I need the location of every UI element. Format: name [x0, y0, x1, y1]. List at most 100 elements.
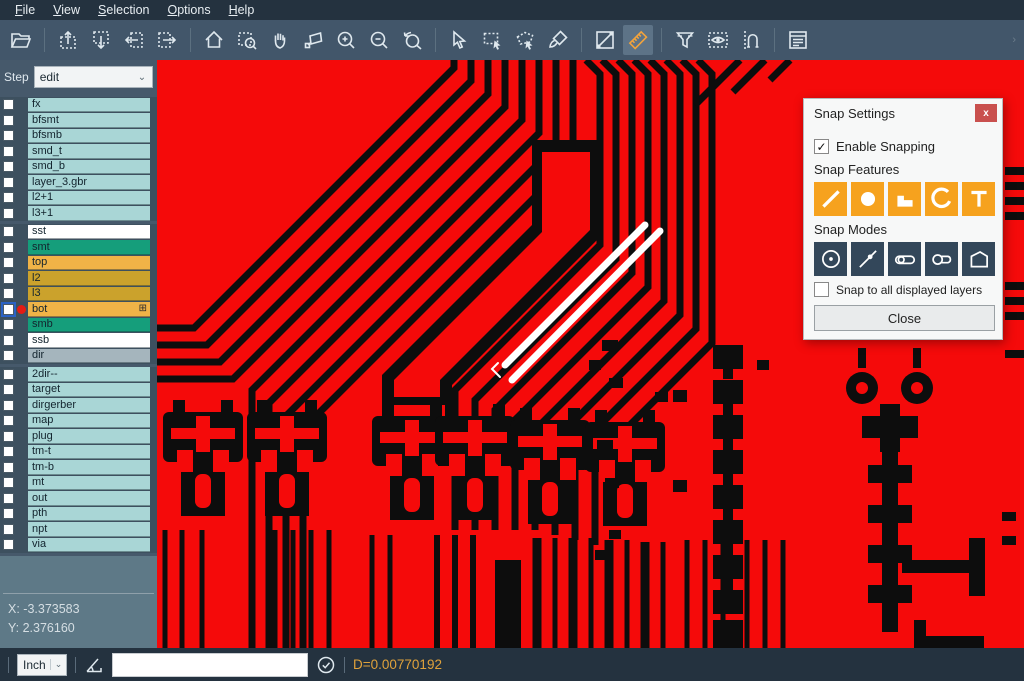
dialog-title-bar[interactable]: Snap Settings x	[804, 99, 1002, 127]
layer-visibility-checkbox[interactable]	[3, 115, 14, 126]
unit-select[interactable]: Inch ⌄	[17, 654, 67, 676]
layer-visibility-checkbox[interactable]	[3, 226, 14, 237]
snap-corner-button[interactable]	[888, 182, 921, 216]
zoom-object-button[interactable]	[298, 25, 328, 55]
layer-visibility-checkbox[interactable]	[3, 369, 14, 380]
layer-row-l3+1[interactable]: l3+1	[0, 206, 157, 222]
layer-visibility-checkbox[interactable]	[3, 539, 14, 550]
layer-row-l2+1[interactable]: l2+1	[0, 190, 157, 206]
layer-name[interactable]: l3	[28, 287, 150, 302]
zoom-previous-button[interactable]	[397, 25, 427, 55]
snap-slot-end-button[interactable]	[888, 242, 921, 276]
layer-row-tm-b[interactable]: tm-b	[0, 460, 157, 476]
layer-name[interactable]: bfsmb	[28, 129, 150, 144]
layer-name[interactable]: tm-t	[28, 445, 150, 460]
layer-row-via[interactable]: via	[0, 537, 157, 553]
paint-brush-button[interactable]	[543, 25, 573, 55]
layer-name[interactable]: layer_3.gbr	[28, 175, 150, 190]
zoom-area-button[interactable]	[232, 25, 262, 55]
select-polygon-button[interactable]	[510, 25, 540, 55]
zoom-in-button[interactable]	[331, 25, 361, 55]
report-button[interactable]	[783, 25, 813, 55]
layer-name[interactable]: top	[28, 256, 150, 271]
snap-line-button[interactable]	[814, 182, 847, 216]
layer-row-l2[interactable]: l2	[0, 271, 157, 287]
layer-visibility-checkbox[interactable]	[3, 415, 14, 426]
layer-visibility-checkbox[interactable]	[3, 99, 14, 110]
angle-measure-icon[interactable]	[84, 655, 104, 675]
open-file-button[interactable]	[6, 25, 36, 55]
snap-all-layers-row[interactable]: Snap to all displayed layers	[814, 282, 995, 297]
layer-visibility-checkbox[interactable]	[3, 208, 14, 219]
layer-name[interactable]: plug	[28, 429, 150, 444]
layer-name[interactable]: dirgerber	[28, 398, 150, 413]
filter-button[interactable]	[670, 25, 700, 55]
measure-input[interactable]	[112, 653, 308, 677]
layer-name[interactable]: l2+1	[28, 191, 150, 206]
layer-visibility-checkbox[interactable]	[3, 304, 14, 315]
layer-visibility-checkbox[interactable]	[3, 319, 14, 330]
layer-row-mt[interactable]: mt	[0, 475, 157, 491]
layer-visibility-checkbox[interactable]	[3, 146, 14, 157]
layer-visibility-checkbox[interactable]	[3, 431, 14, 442]
pan-up-button[interactable]	[53, 25, 83, 55]
layer-visibility-checkbox[interactable]	[3, 477, 14, 488]
pan-left-button[interactable]	[119, 25, 149, 55]
layer-row-pth[interactable]: pth	[0, 506, 157, 522]
layer-row-smd_b[interactable]: smd_b	[0, 159, 157, 175]
layer-visibility-checkbox[interactable]	[3, 257, 14, 268]
layer-visibility-checkbox[interactable]	[3, 462, 14, 473]
layer-visibility-checkbox[interactable]	[3, 335, 14, 346]
layer-row-layer_3.gbr[interactable]: layer_3.gbr	[0, 175, 157, 191]
menu-options[interactable]: Options	[158, 0, 219, 20]
layer-name[interactable]: out	[28, 491, 150, 506]
layer-visibility-checkbox[interactable]	[3, 192, 14, 203]
layer-visibility-checkbox[interactable]	[3, 288, 14, 299]
close-icon[interactable]: x	[975, 104, 997, 122]
layer-row-sst[interactable]: sst	[0, 224, 157, 240]
layer-row-fx[interactable]: fx	[0, 97, 157, 113]
layer-row-ssb[interactable]: ssb	[0, 333, 157, 349]
snap-center-button[interactable]	[814, 242, 847, 276]
layer-visibility-checkbox[interactable]	[3, 242, 14, 253]
menu-file[interactable]: File	[6, 0, 44, 20]
layer-row-tm-t[interactable]: tm-t	[0, 444, 157, 460]
layer-name[interactable]: mt	[28, 476, 150, 491]
snap-arc-button[interactable]	[925, 182, 958, 216]
close-button[interactable]: Close	[814, 305, 995, 331]
layer-name[interactable]: via	[28, 538, 150, 553]
snap-settings-button[interactable]	[736, 25, 766, 55]
snap-pad-center-button[interactable]	[851, 182, 884, 216]
step-select[interactable]: edit ⌄	[34, 66, 153, 88]
layer-visibility-checkbox[interactable]	[3, 130, 14, 141]
layer-name[interactable]: smd_t	[28, 144, 150, 159]
layer-name[interactable]: dir	[28, 349, 150, 364]
layer-row-smd_t[interactable]: smd_t	[0, 144, 157, 160]
layer-row-top[interactable]: top	[0, 255, 157, 271]
layer-name[interactable]: map	[28, 414, 150, 429]
layer-row-bfsmt[interactable]: bfsmt	[0, 113, 157, 129]
pan-right-button[interactable]	[152, 25, 182, 55]
menu-view[interactable]: View	[44, 0, 89, 20]
pan-hand-button[interactable]	[265, 25, 295, 55]
measure-line-button[interactable]	[590, 25, 620, 55]
layer-name[interactable]: l3+1	[28, 206, 150, 221]
layer-row-target[interactable]: target	[0, 382, 157, 398]
layer-row-l3[interactable]: l3	[0, 286, 157, 302]
layer-row-2dir--[interactable]: 2dir--	[0, 367, 157, 383]
layer-name[interactable]: smt	[28, 240, 150, 255]
snap-slot-button[interactable]	[925, 242, 958, 276]
layer-name[interactable]: smb	[28, 318, 150, 333]
snap-point-on-line-button[interactable]	[851, 242, 884, 276]
layer-name[interactable]: smd_b	[28, 160, 150, 175]
layer-name[interactable]: bfsmt	[28, 113, 150, 128]
layer-visibility-checkbox[interactable]	[3, 161, 14, 172]
layer-visibility-checkbox[interactable]	[3, 384, 14, 395]
layer-name[interactable]: ssb	[28, 333, 150, 348]
layer-name[interactable]: 2dir--	[28, 367, 150, 382]
layer-visibility-checkbox[interactable]	[3, 446, 14, 457]
layer-name[interactable]: sst	[28, 225, 150, 240]
enable-snapping-row[interactable]: ✓ Enable Snapping	[814, 139, 995, 154]
layer-name[interactable]: l2	[28, 271, 150, 286]
layer-visibility-checkbox[interactable]	[3, 508, 14, 519]
